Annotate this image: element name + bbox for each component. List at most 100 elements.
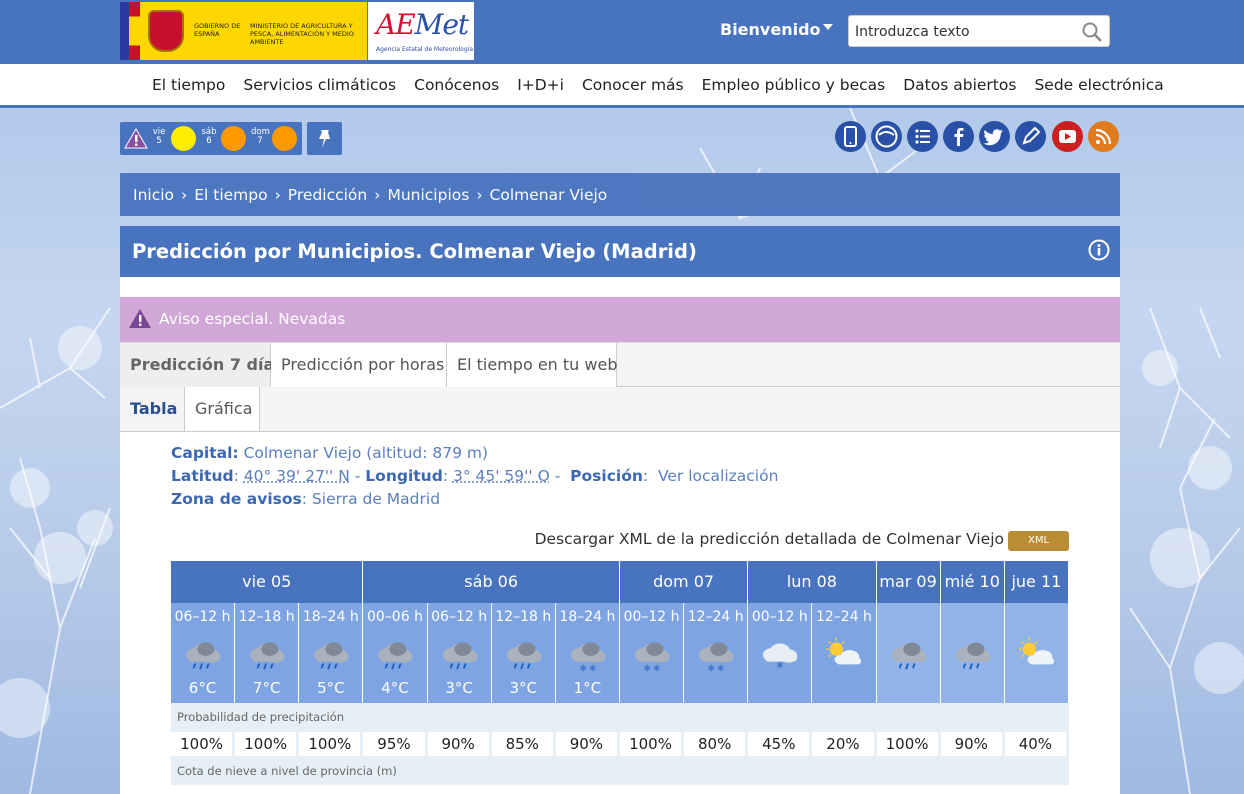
forecast-period: 18–24 h 5°C bbox=[299, 603, 364, 703]
pin-icon bbox=[319, 130, 330, 148]
precip-value: 100% bbox=[299, 732, 364, 756]
period-temperature: 1°C bbox=[573, 679, 602, 697]
forecast-period: 06–12 h 3°C bbox=[427, 603, 492, 703]
period-temperature: 4°C bbox=[381, 679, 409, 697]
aemet-logo-subtitle: Agencia Estatal de Meteorología bbox=[376, 46, 473, 53]
top-header: GOBIERNO DE ESPAÑA MINISTERIO DE AGRICUL… bbox=[0, 0, 1244, 64]
rain-cloud-icon bbox=[378, 642, 413, 670]
breadcrumb-item-current: Colmenar Viejo bbox=[489, 185, 608, 204]
tab-tabla[interactable]: Tabla bbox=[120, 387, 185, 431]
ver-localizacion-link[interactable]: Ver localización bbox=[658, 467, 778, 485]
view-tabs: Tabla Gráfica bbox=[120, 387, 1120, 432]
list-icon[interactable] bbox=[907, 121, 938, 152]
search-input[interactable] bbox=[855, 20, 1075, 44]
snow-cloud-icon: ❄ ❄ bbox=[698, 642, 734, 673]
search-icon[interactable] bbox=[1081, 21, 1103, 43]
precip-value: 40% bbox=[1004, 732, 1069, 756]
light-snow-icon: ❄ bbox=[763, 643, 798, 671]
special-alert-banner[interactable]: Aviso especial. Nevadas bbox=[120, 297, 1120, 342]
rain-cloud-icon bbox=[314, 642, 349, 670]
aemet-logo-text: AEMet bbox=[376, 8, 469, 41]
breadcrumb-separator: › bbox=[476, 185, 483, 204]
main-navigation: El tiempo Servicios climáticos Conócenos… bbox=[0, 64, 1244, 108]
period-label: 00–12 h bbox=[623, 609, 680, 625]
breadcrumb-item-prediccion[interactable]: Predicción bbox=[288, 186, 367, 204]
period-label: 12–18 h bbox=[495, 609, 552, 625]
info-icon[interactable] bbox=[1088, 239, 1110, 261]
nav-item-servicios-climaticos[interactable]: Servicios climáticos bbox=[243, 76, 396, 94]
nav-item-sede-electronica[interactable]: Sede electrónica bbox=[1034, 76, 1163, 94]
zone-link[interactable]: Sierra de Madrid bbox=[312, 490, 440, 508]
warning-level-dot bbox=[272, 126, 297, 151]
precip-value: 90% bbox=[940, 732, 1005, 756]
breadcrumb-item-el-tiempo[interactable]: El tiempo bbox=[194, 186, 267, 204]
precip-value: 100% bbox=[235, 732, 300, 756]
day-header: mié 10 bbox=[940, 561, 1005, 603]
forecast-tabs: Predicción 7 días Predicción por horas E… bbox=[120, 342, 1120, 387]
gov-text: GOBIERNO DE ESPAÑA bbox=[194, 22, 241, 38]
zone-info: Zona de avisos: Sierra de Madrid bbox=[171, 490, 441, 508]
period-label: 06–12 h bbox=[174, 609, 231, 625]
breadcrumb-item-municipios[interactable]: Municipios bbox=[387, 186, 469, 204]
rain-cloud-icon bbox=[249, 642, 285, 670]
warning-level-dot bbox=[171, 126, 196, 151]
period-label: 12–18 h bbox=[238, 609, 295, 625]
forecast-period bbox=[940, 603, 1005, 703]
day-header: lun 08 bbox=[748, 561, 877, 603]
forecast-period: 00–06 h 4°C bbox=[363, 603, 428, 703]
search-box bbox=[848, 15, 1110, 47]
welcome-menu[interactable]: Bienvenido bbox=[720, 20, 821, 39]
tab-tiempo-en-tu-web[interactable]: El tiempo en tu web bbox=[447, 343, 617, 387]
ministry-text: MINISTERIO DE AGRICULTURA Y PESCA, ALIME… bbox=[250, 22, 354, 46]
forecast-period: 12–18 h 7°C bbox=[235, 603, 300, 703]
radar-icon[interactable] bbox=[871, 121, 902, 152]
svg-text:❄: ❄ bbox=[653, 664, 660, 673]
precip-value: 100% bbox=[876, 732, 941, 756]
coordinates-info: Latitud: 40° 39' 27'' N - Longitud: 3° 4… bbox=[171, 467, 779, 485]
xml-download-button[interactable]: XML bbox=[1008, 531, 1069, 551]
forecast-panel: Predicción por Municipios. Colmenar Viej… bbox=[120, 226, 1120, 794]
forecast-period: 18–24 h ❄ ❄ 1°C bbox=[555, 603, 620, 703]
precip-value: 80% bbox=[684, 732, 749, 756]
snow-level-label: Cota de nieve a nivel de provincia (m) bbox=[171, 757, 1069, 785]
precip-value: 20% bbox=[812, 732, 877, 756]
nav-item-el-tiempo[interactable]: El tiempo bbox=[152, 76, 225, 94]
nav-item-conocenos[interactable]: Conócenos bbox=[414, 76, 499, 94]
warnings-summary[interactable]: vie 5 sáb 6 dom 7 bbox=[120, 122, 302, 155]
nav-item-conocer-mas[interactable]: Conocer más bbox=[582, 76, 684, 94]
facebook-icon[interactable] bbox=[943, 121, 974, 152]
twitter-icon[interactable] bbox=[979, 121, 1010, 152]
rain-cloud-icon bbox=[442, 642, 477, 670]
partly-sunny-icon bbox=[826, 637, 862, 665]
youtube-icon[interactable] bbox=[1052, 121, 1083, 152]
capital-info: Capital: Colmenar Viejo (altitud: 879 m) bbox=[171, 444, 489, 462]
warning-level-dot bbox=[221, 126, 246, 151]
page-title: Predicción por Municipios. Colmenar Viej… bbox=[132, 240, 697, 263]
pin-button[interactable] bbox=[307, 122, 342, 155]
precip-probability-label: Probabilidad de precipitación bbox=[171, 703, 1069, 731]
chevron-down-icon[interactable] bbox=[823, 24, 833, 30]
mobile-icon[interactable] bbox=[835, 121, 866, 152]
tab-prediccion-7-dias[interactable]: Predicción 7 días bbox=[120, 343, 284, 387]
tab-grafica[interactable]: Gráfica bbox=[185, 387, 260, 431]
period-label: 00–12 h bbox=[751, 609, 808, 625]
rain-cloud-icon bbox=[185, 642, 221, 670]
period-label: 06–12 h bbox=[431, 609, 488, 625]
government-logo[interactable]: GOBIERNO DE ESPAÑA MINISTERIO DE AGRICUL… bbox=[120, 2, 367, 60]
nav-item-idi[interactable]: I+D+i bbox=[517, 76, 564, 94]
tab-prediccion-por-horas[interactable]: Predicción por horas bbox=[271, 343, 447, 387]
rain-cloud-icon bbox=[891, 642, 926, 670]
nav-item-empleo[interactable]: Empleo público y becas bbox=[702, 76, 886, 94]
eu-flag-icon bbox=[120, 2, 140, 60]
aemet-logo[interactable]: AEMet Agencia Estatal de Meteorología bbox=[368, 2, 474, 60]
svg-text:❄: ❄ bbox=[708, 664, 715, 673]
period-label: 18–24 h bbox=[302, 609, 359, 625]
period-temperature: 7°C bbox=[252, 679, 281, 697]
precip-value: 95% bbox=[363, 732, 428, 756]
blog-icon[interactable] bbox=[1015, 121, 1046, 152]
breadcrumb-item-inicio[interactable]: Inicio bbox=[133, 186, 174, 204]
breadcrumb-separator: › bbox=[181, 185, 188, 204]
rss-icon[interactable] bbox=[1088, 121, 1119, 152]
day-header: mar 09 bbox=[876, 561, 941, 603]
nav-item-datos-abiertos[interactable]: Datos abiertos bbox=[903, 76, 1016, 94]
